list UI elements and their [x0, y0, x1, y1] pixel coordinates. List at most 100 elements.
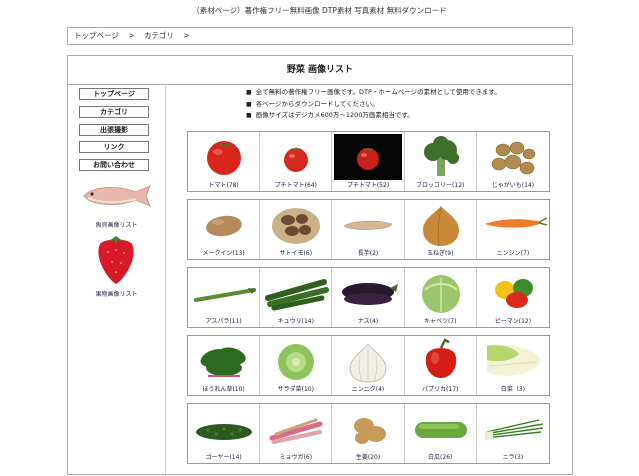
- note-text: 画像サイズはデジカメ600万〜1200万画素相当です。: [246, 110, 501, 122]
- cabbage-icon: [421, 275, 460, 313]
- vegetable-label[interactable]: 長芋(2): [332, 248, 403, 257]
- pepper-icon: [494, 279, 533, 308]
- vegetable-tile[interactable]: 長芋(2): [332, 200, 405, 259]
- strawberry-thumbnail[interactable]: [78, 234, 154, 288]
- vegetable-tile[interactable]: キャベツ(7): [405, 268, 477, 327]
- breadcrumb: トップページ > カテゴリ >: [67, 27, 573, 45]
- fruit-list-link[interactable]: 果物画像リスト: [68, 289, 165, 298]
- potato-icon: [491, 141, 536, 175]
- nav-links-button[interactable]: リンク: [79, 141, 149, 153]
- vegetable-tile[interactable]: ブロッコリー(12): [405, 132, 477, 191]
- vegetable-row: ほうれん草(10) サラダ菜(10) ニンニク(4) パプリカ(17) 白菜（3…: [187, 335, 550, 396]
- vegetable-label[interactable]: パプリカ(17): [405, 384, 476, 393]
- vegetable-label[interactable]: メークイン(13): [188, 248, 259, 257]
- vegetable-row: ゴーヤー(14) ミョウガ(6) 生姜(20) 白瓜(26) ニラ(3): [187, 403, 550, 464]
- vegetable-label[interactable]: ニラ(3): [477, 452, 549, 461]
- note-text: 各ページからダウンロードしてください。: [246, 99, 501, 111]
- vegetable-tile[interactable]: プチトマト(52): [332, 132, 405, 191]
- yam-icon: [343, 220, 393, 230]
- vegetable-label[interactable]: ニンニク(4): [332, 384, 403, 393]
- vegetable-tile[interactable]: ニラ(3): [477, 404, 549, 463]
- spinach-icon: [200, 347, 246, 377]
- vegetable-label[interactable]: プチトマト(64): [260, 180, 331, 189]
- breadcrumb-top-link[interactable]: トップページ: [74, 31, 119, 40]
- vegetable-label[interactable]: ピーマン(12): [477, 316, 549, 325]
- site-title: （素材ページ）著作権フリー無料画像 DTP素材 写真素材 無料ダウンロード: [192, 6, 447, 15]
- vegetable-tile[interactable]: ニンジン(7): [477, 200, 549, 259]
- vegetable-tile[interactable]: プチトマト(64): [260, 132, 333, 191]
- vegetable-tile[interactable]: 白瓜(26): [405, 404, 477, 463]
- taro-icon: [272, 208, 321, 244]
- broccoli-icon: [423, 136, 459, 176]
- vegetable-tile[interactable]: 生姜(20): [332, 404, 405, 463]
- vegetable-tile[interactable]: キュウリ(14): [260, 268, 333, 327]
- breadcrumb-category-link[interactable]: カテゴリ: [144, 31, 174, 40]
- vegetable-label[interactable]: トマト(78): [188, 180, 259, 189]
- vegetable-row: メークイン(13) サトイモ(6) 長芋(2) 玉ねぎ(9) ニンジン(7): [187, 199, 550, 260]
- ginger-icon: [354, 418, 387, 444]
- vegetable-tile[interactable]: ほうれん草(10): [188, 336, 261, 395]
- eggplant-icon: [342, 283, 399, 305]
- paprika-icon: [425, 338, 456, 378]
- onion-icon: [422, 206, 459, 247]
- vegetable-tile[interactable]: サラダ菜(10): [260, 336, 333, 395]
- chives-icon: [484, 419, 543, 440]
- vegetable-tile[interactable]: サトイモ(6): [260, 200, 333, 259]
- fish-thumbnail[interactable]: [78, 180, 154, 212]
- fish-list-link[interactable]: 魚貝画像リスト: [68, 220, 165, 229]
- cucumber-icon: [265, 279, 330, 311]
- nav-photo-session-button[interactable]: 出張撮影: [79, 124, 149, 136]
- garlic-icon: [350, 343, 387, 383]
- page-title: 野菜 画像リスト: [68, 56, 572, 85]
- nav-top-button[interactable]: トップページ: [79, 88, 149, 100]
- breadcrumb-separator: >: [183, 31, 190, 40]
- vegetable-label[interactable]: 生姜(20): [332, 452, 403, 461]
- tomato-icon: [207, 141, 241, 175]
- vegetable-tile[interactable]: トマト(78): [188, 132, 261, 191]
- vegetable-label[interactable]: キャベツ(7): [405, 316, 476, 325]
- carrot-icon: [484, 217, 548, 228]
- vegetable-tile[interactable]: ミョウガ(6): [260, 404, 333, 463]
- vegetable-label[interactable]: ミョウガ(6): [260, 452, 331, 461]
- vegetable-tile[interactable]: じゃがいも(14): [477, 132, 549, 191]
- mayqueen-icon: [206, 215, 242, 237]
- vegetable-label[interactable]: ゴーヤー(14): [188, 452, 259, 461]
- vegetable-label[interactable]: じゃがいも(14): [477, 180, 549, 189]
- notes: 全て無料の著作権フリー画像です。DTP・ホームページの素材として使用できます。 …: [246, 87, 501, 122]
- sidebar: トップページ カテゴリ 出張撮影 リンク お問い合わせ 魚貝画像リスト 果物画像…: [68, 84, 166, 476]
- myoga-icon: [269, 418, 323, 444]
- vegetable-label[interactable]: ナス(4): [332, 316, 403, 325]
- nav-category-button[interactable]: カテゴリ: [79, 106, 149, 118]
- vegetable-tile[interactable]: 白菜（3): [477, 336, 549, 395]
- vegetable-tile[interactable]: ゴーヤー(14): [188, 404, 261, 463]
- vegetable-label[interactable]: 玉ねぎ(9): [405, 248, 476, 257]
- lettuce-icon: [278, 344, 315, 380]
- cherry-tomato-dark-icon: [334, 134, 403, 180]
- vegetable-label[interactable]: 白菜（3): [477, 384, 549, 393]
- cherry-tomato-icon: [284, 147, 309, 172]
- vegetable-label[interactable]: キュウリ(14): [260, 316, 331, 325]
- vegetable-label[interactable]: サラダ菜(10): [260, 384, 331, 393]
- napa-cabbage-icon: [486, 344, 541, 376]
- vegetable-tile[interactable]: アスパラ(11): [188, 268, 261, 327]
- vegetable-tile[interactable]: パプリカ(17): [405, 336, 477, 395]
- vegetable-tile[interactable]: メークイン(13): [188, 200, 261, 259]
- note-text: 全て無料の著作権フリー画像です。DTP・ホームページの素材として使用できます。: [246, 87, 501, 99]
- vegetable-label[interactable]: ブロッコリー(12): [405, 180, 476, 189]
- vegetable-row: アスパラ(11) キュウリ(14) ナス(4) キャベツ(7) ピーマン(12): [187, 267, 550, 328]
- vegetable-label[interactable]: プチトマト(52): [332, 180, 403, 189]
- vegetable-label[interactable]: 白瓜(26): [405, 452, 476, 461]
- nav-contact-button[interactable]: お問い合わせ: [79, 159, 149, 171]
- white-melon-icon: [414, 422, 467, 438]
- asparagus-icon: [194, 288, 256, 302]
- vegetable-label[interactable]: サトイモ(6): [260, 248, 331, 257]
- vegetable-tile[interactable]: ニンニク(4): [332, 336, 405, 395]
- vegetable-label[interactable]: ほうれん草(10): [188, 384, 259, 393]
- vegetable-label[interactable]: ニンジン(7): [477, 248, 549, 257]
- breadcrumb-separator: >: [128, 31, 135, 40]
- bitter-melon-icon: [196, 424, 252, 440]
- vegetable-label[interactable]: アスパラ(11): [188, 316, 259, 325]
- vegetable-tile[interactable]: ピーマン(12): [477, 268, 549, 327]
- vegetable-tile[interactable]: ナス(4): [332, 268, 405, 327]
- vegetable-tile[interactable]: 玉ねぎ(9): [405, 200, 477, 259]
